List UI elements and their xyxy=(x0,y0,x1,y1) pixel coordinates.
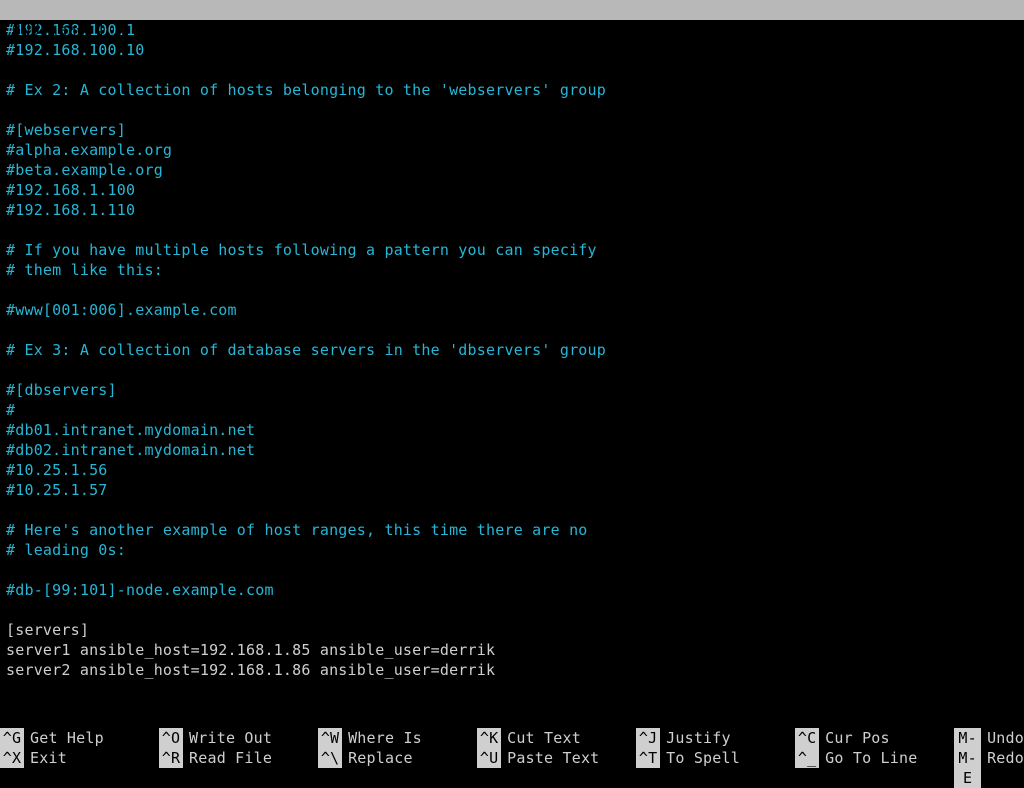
file-line[interactable]: #[webservers] xyxy=(6,120,1018,140)
shortcut-item[interactable]: M-ERedo xyxy=(954,748,1024,768)
file-line[interactable]: #10.25.1.57 xyxy=(6,480,1018,500)
file-line[interactable] xyxy=(6,100,1018,120)
shortcut-label: Write Out xyxy=(189,728,272,748)
file-line[interactable]: #db01.intranet.mydomain.net xyxy=(6,420,1018,440)
shortcut-label: Redo xyxy=(987,748,1024,768)
file-line[interactable] xyxy=(6,600,1018,620)
file-line[interactable] xyxy=(6,560,1018,580)
file-line[interactable]: #www[001:006].example.com xyxy=(6,300,1018,320)
file-path: /etc/ansible/hosts xyxy=(0,40,1024,60)
shortcut-label: Replace xyxy=(348,748,413,768)
shortcut-item[interactable]: ^C Cur Pos xyxy=(795,728,954,748)
file-line[interactable] xyxy=(6,60,1018,80)
shortcut-label: To Spell xyxy=(666,748,740,768)
file-line[interactable]: #[dbservers] xyxy=(6,380,1018,400)
file-line[interactable]: # Ex 2: A collection of hosts belonging … xyxy=(6,80,1018,100)
file-line[interactable]: server1 ansible_host=192.168.1.85 ansibl… xyxy=(6,640,1018,660)
shortcut-label: Undo xyxy=(987,728,1024,748)
shortcut-label: Where Is xyxy=(348,728,422,748)
shortcut-item[interactable]: ^K Cut Text xyxy=(477,728,636,748)
shortcut-item[interactable]: ^O Write Out xyxy=(159,728,318,748)
shortcut-item[interactable]: ^J Justify xyxy=(636,728,795,748)
app-name: GNU nano 4.3 xyxy=(12,20,123,40)
editor-titlebar: GNU nano 4.3 /etc/ansible/hosts Modified xyxy=(0,0,1024,20)
shortcut-label: Go To Line xyxy=(825,748,917,768)
shortcut-row-1: ^G Get Help ^O Write Out ^W Where Is ^K Cut Tex… xyxy=(0,728,1024,748)
shortcut-key: ^J xyxy=(636,728,660,748)
shortcut-item[interactable]: ^\ Replace xyxy=(318,748,477,768)
shortcut-label: Justify xyxy=(666,728,731,748)
shortcut-key: ^G xyxy=(0,728,24,748)
file-line[interactable]: # them like this: xyxy=(6,260,1018,280)
file-line[interactable]: #192.168.100.1 xyxy=(6,20,1018,40)
shortcut-key: ^X xyxy=(0,748,24,768)
shortcut-item[interactable]: ^X Exit xyxy=(0,748,159,768)
shortcut-label: Cur Pos xyxy=(825,728,890,748)
file-status: Modified xyxy=(938,60,1012,80)
shortcut-label: Exit xyxy=(30,748,67,768)
shortcut-key: M-E xyxy=(954,748,981,788)
file-line[interactable]: # If you have multiple hosts following a… xyxy=(6,240,1018,260)
shortcut-bar: ^G Get Help ^O Write Out ^W Where Is ^K Cut Tex… xyxy=(0,728,1024,768)
file-line[interactable]: #alpha.example.org xyxy=(6,140,1018,160)
shortcut-item[interactable]: ^_ Go To Line xyxy=(795,748,954,768)
file-line[interactable] xyxy=(6,500,1018,520)
file-line[interactable]: [servers] xyxy=(6,620,1018,640)
shortcut-key: ^U xyxy=(477,748,501,768)
shortcut-key: ^\ xyxy=(318,748,342,768)
file-line[interactable]: #db-[99:101]-node.example.com xyxy=(6,580,1018,600)
shortcut-item[interactable]: ^U Paste Text xyxy=(477,748,636,768)
shortcut-row-2: ^X Exit ^R Read File ^\ Replace ^U Paste Text ^T… xyxy=(0,748,1024,768)
file-line[interactable]: #10.25.1.56 xyxy=(6,460,1018,480)
shortcut-key: ^C xyxy=(795,728,819,748)
shortcut-key: ^O xyxy=(159,728,183,748)
shortcut-label: Get Help xyxy=(30,728,104,748)
shortcut-label: Paste Text xyxy=(507,748,599,768)
shortcut-key: ^W xyxy=(318,728,342,748)
file-line[interactable]: server2 ansible_host=192.168.1.86 ansibl… xyxy=(6,660,1018,680)
shortcut-key: ^K xyxy=(477,728,501,748)
shortcut-item[interactable]: ^T To Spell xyxy=(636,748,795,768)
file-line[interactable]: # Here's another example of host ranges,… xyxy=(6,520,1018,540)
file-line[interactable] xyxy=(6,320,1018,340)
file-line[interactable]: # xyxy=(6,400,1018,420)
file-line[interactable]: #beta.example.org xyxy=(6,160,1018,180)
shortcut-label: Cut Text xyxy=(507,728,581,748)
file-line[interactable]: #192.168.1.100 xyxy=(6,180,1018,200)
shortcut-item[interactable]: ^R Read File xyxy=(159,748,318,768)
shortcut-key: ^_ xyxy=(795,748,819,768)
editor-viewport[interactable]: #192.168.100.1#192.168.100.10 # Ex 2: A … xyxy=(0,20,1024,728)
shortcut-item[interactable]: ^G Get Help xyxy=(0,728,159,748)
file-line[interactable]: #db02.intranet.mydomain.net xyxy=(6,440,1018,460)
file-line[interactable]: # leading 0s: xyxy=(6,540,1018,560)
file-line[interactable]: # Ex 3: A collection of database servers… xyxy=(6,340,1018,360)
file-line[interactable]: #192.168.1.110 xyxy=(6,200,1018,220)
shortcut-key: ^T xyxy=(636,748,660,768)
shortcut-item[interactable]: M-UUndo xyxy=(954,728,1024,748)
file-line[interactable] xyxy=(6,280,1018,300)
shortcut-item[interactable]: ^W Where Is xyxy=(318,728,477,748)
shortcut-key: ^R xyxy=(159,748,183,768)
file-line[interactable] xyxy=(6,360,1018,380)
shortcut-label: Read File xyxy=(189,748,272,768)
file-line[interactable] xyxy=(6,220,1018,240)
